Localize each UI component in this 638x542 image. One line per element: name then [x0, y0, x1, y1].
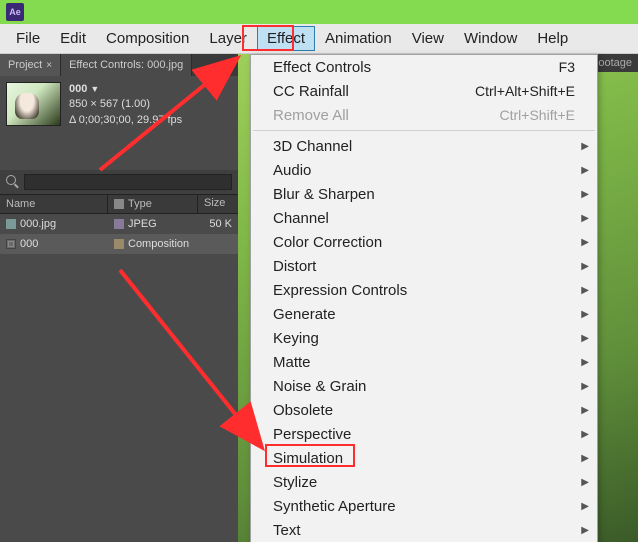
menu-edit[interactable]: Edit: [50, 26, 96, 51]
effect-dropdown: Effect Controls F3 CC Rainfall Ctrl+Alt+…: [250, 54, 598, 542]
header-type[interactable]: Type: [108, 195, 198, 213]
chevron-right-icon: ▶: [581, 333, 589, 344]
menu-item-remove-all: Remove All Ctrl+Shift+E: [251, 103, 597, 127]
tab-effect-controls[interactable]: Effect Controls: 000.jpg: [61, 54, 192, 76]
project-list: 000.jpg JPEG 50 K 000 Composition: [0, 214, 238, 542]
menu-item-blur-sharpen[interactable]: Blur & Sharpen▶: [251, 182, 597, 206]
app-icon: Ae: [6, 3, 24, 21]
menu-item-synthetic-aperture[interactable]: Synthetic Aperture▶: [251, 494, 597, 518]
chevron-right-icon: ▶: [581, 429, 589, 440]
menu-animation[interactable]: Animation: [315, 26, 402, 51]
chevron-right-icon: ▶: [581, 141, 589, 152]
menu-item-simulation[interactable]: Simulation▶: [251, 446, 597, 470]
menu-item-noise-grain[interactable]: Noise & Grain▶: [251, 374, 597, 398]
footage-tab[interactable]: ootage: [592, 54, 638, 72]
project-panel: Project× Effect Controls: 000.jpg 000 ▼ …: [0, 54, 238, 542]
search-input[interactable]: [24, 174, 232, 190]
menu-help[interactable]: Help: [527, 26, 578, 51]
chevron-down-icon[interactable]: ▼: [90, 84, 99, 94]
menu-item-distort[interactable]: Distort▶: [251, 254, 597, 278]
menu-item-color-correction[interactable]: Color Correction▶: [251, 230, 597, 254]
menu-view[interactable]: View: [402, 26, 454, 51]
project-metadata: 000 ▼ 850 × 567 (1.00) Δ 0;00;30;00, 29.…: [69, 82, 182, 128]
chevron-right-icon: ▶: [581, 237, 589, 248]
close-icon[interactable]: ×: [46, 60, 52, 71]
image-icon: [6, 219, 16, 229]
label-swatch: [114, 239, 124, 249]
search-icon[interactable]: [6, 175, 20, 189]
menu-item-expression-controls[interactable]: Expression Controls▶: [251, 278, 597, 302]
chevron-right-icon: ▶: [581, 357, 589, 368]
composition-icon: [6, 239, 16, 249]
chevron-right-icon: ▶: [581, 213, 589, 224]
label-icon: [114, 199, 124, 209]
chevron-right-icon: ▶: [581, 165, 589, 176]
menu-item-channel[interactable]: Channel▶: [251, 206, 597, 230]
menu-item-keying[interactable]: Keying▶: [251, 326, 597, 350]
chevron-right-icon: ▶: [581, 309, 589, 320]
project-info: 000 ▼ 850 × 567 (1.00) Δ 0;00;30;00, 29.…: [0, 76, 238, 134]
panel-tabs: Project× Effect Controls: 000.jpg: [0, 54, 238, 76]
menu-item-text[interactable]: Text▶: [251, 518, 597, 542]
menu-item-stylize[interactable]: Stylize▶: [251, 470, 597, 494]
project-list-header: Name Type Size: [0, 194, 238, 214]
chevron-right-icon: ▶: [581, 381, 589, 392]
search-row: [0, 170, 238, 194]
chevron-right-icon: ▶: [581, 189, 589, 200]
chevron-right-icon: ▶: [581, 525, 589, 536]
menu-item-effect-controls[interactable]: Effect Controls F3: [251, 55, 597, 79]
project-thumbnail: [6, 82, 61, 126]
menu-file[interactable]: File: [6, 26, 50, 51]
menu-composition[interactable]: Composition: [96, 26, 199, 51]
menu-item-obsolete[interactable]: Obsolete▶: [251, 398, 597, 422]
menu-item-generate[interactable]: Generate▶: [251, 302, 597, 326]
menu-effect[interactable]: Effect: [257, 26, 315, 51]
menu-bar: File Edit Composition Layer Effect Anima…: [0, 24, 638, 54]
header-size[interactable]: Size: [198, 195, 238, 213]
title-bar: Ae: [0, 0, 638, 24]
menu-item-3d-channel[interactable]: 3D Channel▶: [251, 134, 597, 158]
chevron-right-icon: ▶: [581, 405, 589, 416]
menu-item-matte[interactable]: Matte▶: [251, 350, 597, 374]
chevron-right-icon: ▶: [581, 501, 589, 512]
header-name[interactable]: Name: [0, 195, 108, 213]
chevron-right-icon: ▶: [581, 261, 589, 272]
menu-item-cc-rainfall[interactable]: CC Rainfall Ctrl+Alt+Shift+E: [251, 79, 597, 103]
menu-layer[interactable]: Layer: [199, 26, 257, 51]
menu-item-audio[interactable]: Audio▶: [251, 158, 597, 182]
chevron-right-icon: ▶: [581, 453, 589, 464]
chevron-right-icon: ▶: [581, 477, 589, 488]
tab-project[interactable]: Project×: [0, 54, 61, 76]
chevron-right-icon: ▶: [581, 285, 589, 296]
menu-separator: [253, 130, 595, 131]
label-swatch: [114, 219, 124, 229]
menu-window[interactable]: Window: [454, 26, 527, 51]
list-item[interactable]: 000 Composition: [0, 234, 238, 254]
list-item[interactable]: 000.jpg JPEG 50 K: [0, 214, 238, 234]
menu-item-perspective[interactable]: Perspective▶: [251, 422, 597, 446]
